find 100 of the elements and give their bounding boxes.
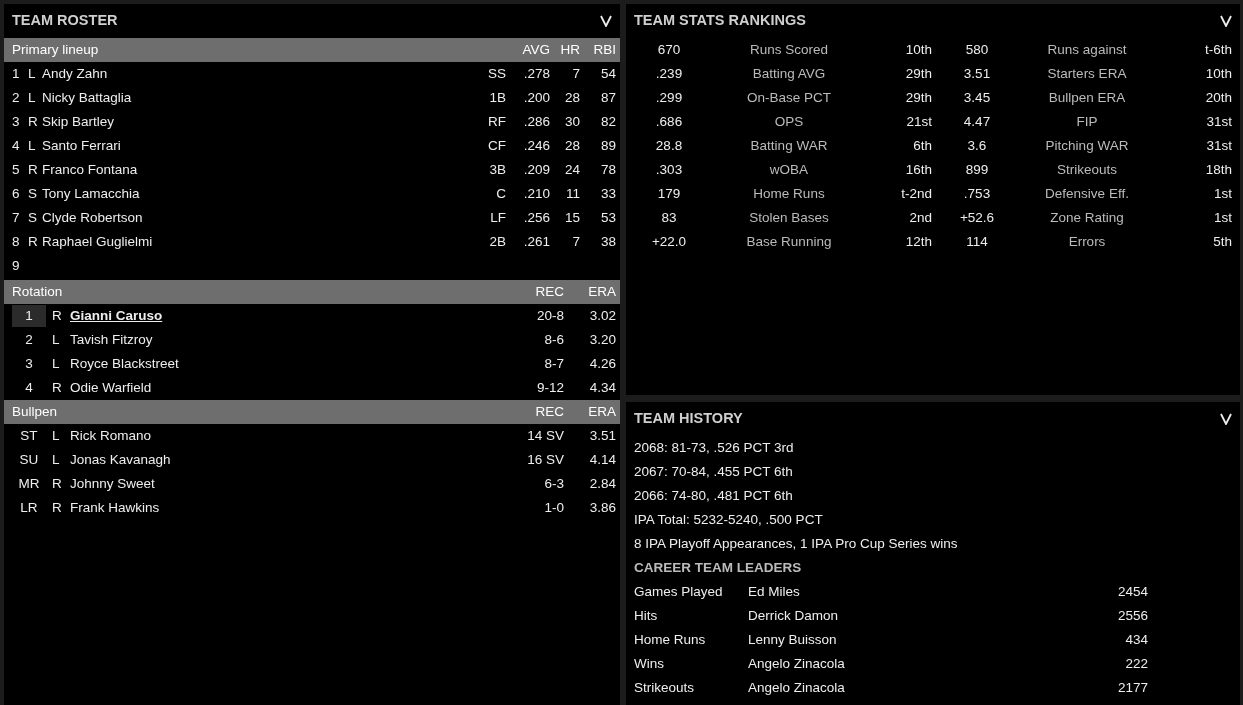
player-name[interactable]: Rick Romano: [70, 427, 152, 443]
table-cell: 78: [600, 161, 616, 177]
stat-label: Home Runs: [753, 185, 825, 201]
player-name[interactable]: Tavish Fitzroy: [70, 331, 153, 347]
leader-value: 2454: [1117, 583, 1148, 599]
stat-label: FIP: [1076, 113, 1098, 129]
table-cell: 4.34: [589, 379, 616, 395]
column-header: ERA: [588, 283, 616, 299]
leader-value: 434: [1125, 631, 1148, 647]
bats-hand: R: [28, 113, 38, 129]
history-line: 2066: 74-80, .481 PCT 6th: [634, 486, 793, 505]
collapse-icon[interactable]: [600, 15, 612, 27]
leader-category: Games Played: [634, 583, 723, 599]
slot-cell[interactable]: LR: [12, 497, 46, 519]
stat-rank: 1st: [1214, 185, 1232, 201]
stat-value: 3.51: [963, 65, 991, 81]
bats-hand: L: [28, 137, 36, 153]
batting-order: 2: [12, 89, 20, 105]
table-cell: 20-8: [536, 307, 564, 323]
position: RF: [488, 113, 506, 129]
leader-name: Derrick Damon: [748, 607, 839, 623]
collapse-icon[interactable]: [1220, 15, 1232, 27]
leader-value: 222: [1125, 655, 1148, 671]
stat-rank: t-2nd: [901, 185, 932, 201]
slot-cell[interactable]: ST: [12, 425, 46, 447]
section-title: Rotation: [12, 282, 64, 301]
position: SS: [488, 65, 506, 81]
column-header: AVG: [522, 41, 550, 57]
throws-hand: R: [52, 307, 62, 323]
player-name[interactable]: Johnny Sweet: [70, 475, 155, 491]
slot-cell[interactable]: 1: [12, 305, 46, 327]
player-name[interactable]: Jonas Kavanagh: [70, 451, 171, 467]
table-cell: 15: [564, 209, 580, 225]
table-cell: 11: [566, 185, 580, 201]
table-cell: .278: [523, 65, 550, 81]
history-line: 8 IPA Playoff Appearances, 1 IPA Pro Cup Series wins: [634, 534, 958, 553]
player-name[interactable]: Royce Blackstreet: [70, 355, 179, 371]
batting-order: 1: [12, 65, 20, 81]
stat-label: Starters ERA: [1047, 65, 1127, 81]
position: 3B: [489, 161, 506, 177]
stat-label: Errors: [1068, 233, 1106, 249]
stat-label: Zone Rating: [1050, 209, 1124, 225]
bats-hand: R: [28, 233, 38, 249]
stat-rank: t-6th: [1205, 41, 1232, 57]
throws-hand: L: [52, 427, 60, 443]
position: CF: [488, 137, 506, 153]
table-cell: 6-3: [544, 475, 564, 491]
bats-hand: S: [28, 185, 37, 201]
batting-order: 7: [12, 209, 20, 225]
position: C: [496, 185, 506, 201]
stat-rank: 29th: [905, 89, 932, 105]
leader-category: Wins: [634, 655, 664, 671]
stat-label: Batting AVG: [752, 65, 826, 81]
leader-category: Strikeouts: [634, 679, 695, 695]
table-cell: 24: [564, 161, 580, 177]
table-cell: .261: [523, 233, 550, 249]
stat-label: Defensive Eff.: [1045, 185, 1129, 201]
slot-cell[interactable]: 2: [12, 329, 46, 351]
slot-cell[interactable]: MR: [12, 473, 46, 495]
player-name: Raphael Guglielmi: [42, 233, 153, 249]
column-header: REC: [535, 283, 564, 299]
throws-hand: R: [52, 379, 62, 395]
table-cell: .256: [523, 209, 550, 225]
table-cell: 28: [564, 89, 580, 105]
batting-order: 3: [12, 113, 20, 129]
leader-value: 2556: [1117, 607, 1148, 623]
table-cell: 2.84: [589, 475, 616, 491]
table-cell: 8-7: [544, 355, 564, 371]
slot-cell[interactable]: 3: [12, 353, 46, 375]
batting-order: 6: [12, 185, 20, 201]
table-cell: 3.02: [589, 307, 616, 323]
stat-value: 114: [966, 233, 988, 249]
player-name: Tony Lamacchia: [42, 185, 140, 201]
bats-hand: L: [28, 65, 36, 81]
collapse-icon[interactable]: [1220, 413, 1232, 425]
table-cell: 89: [600, 137, 616, 153]
slot-cell[interactable]: SU: [12, 449, 46, 471]
leader-name: Angelo Zinacola: [748, 679, 845, 695]
stat-label: Runs against: [1047, 41, 1127, 57]
throws-hand: R: [52, 499, 62, 515]
stat-label: Batting WAR: [750, 137, 828, 153]
stat-value: 28.8: [655, 137, 683, 153]
position: 1B: [489, 89, 506, 105]
slot-cell[interactable]: 4: [12, 377, 46, 399]
stat-rank: 10th: [905, 41, 932, 57]
throws-hand: L: [52, 331, 60, 347]
stat-value: 3.45: [963, 89, 991, 105]
table-cell: 9-12: [536, 379, 564, 395]
table-cell: .286: [523, 113, 550, 129]
stat-rank: 29th: [905, 65, 932, 81]
leader-category: Home Runs: [634, 631, 706, 647]
player-name[interactable]: Frank Hawkins: [70, 499, 160, 515]
stat-label: OPS: [774, 113, 804, 129]
stat-rank: 10th: [1205, 65, 1232, 81]
stat-rank: 1st: [1214, 209, 1232, 225]
column-header: HR: [560, 41, 580, 57]
player-name[interactable]: Gianni Caruso: [70, 307, 163, 323]
stat-label: Pitching WAR: [1045, 137, 1129, 153]
player-name[interactable]: Odie Warfield: [70, 379, 152, 395]
section-title: CAREER TEAM LEADERS: [634, 558, 802, 577]
